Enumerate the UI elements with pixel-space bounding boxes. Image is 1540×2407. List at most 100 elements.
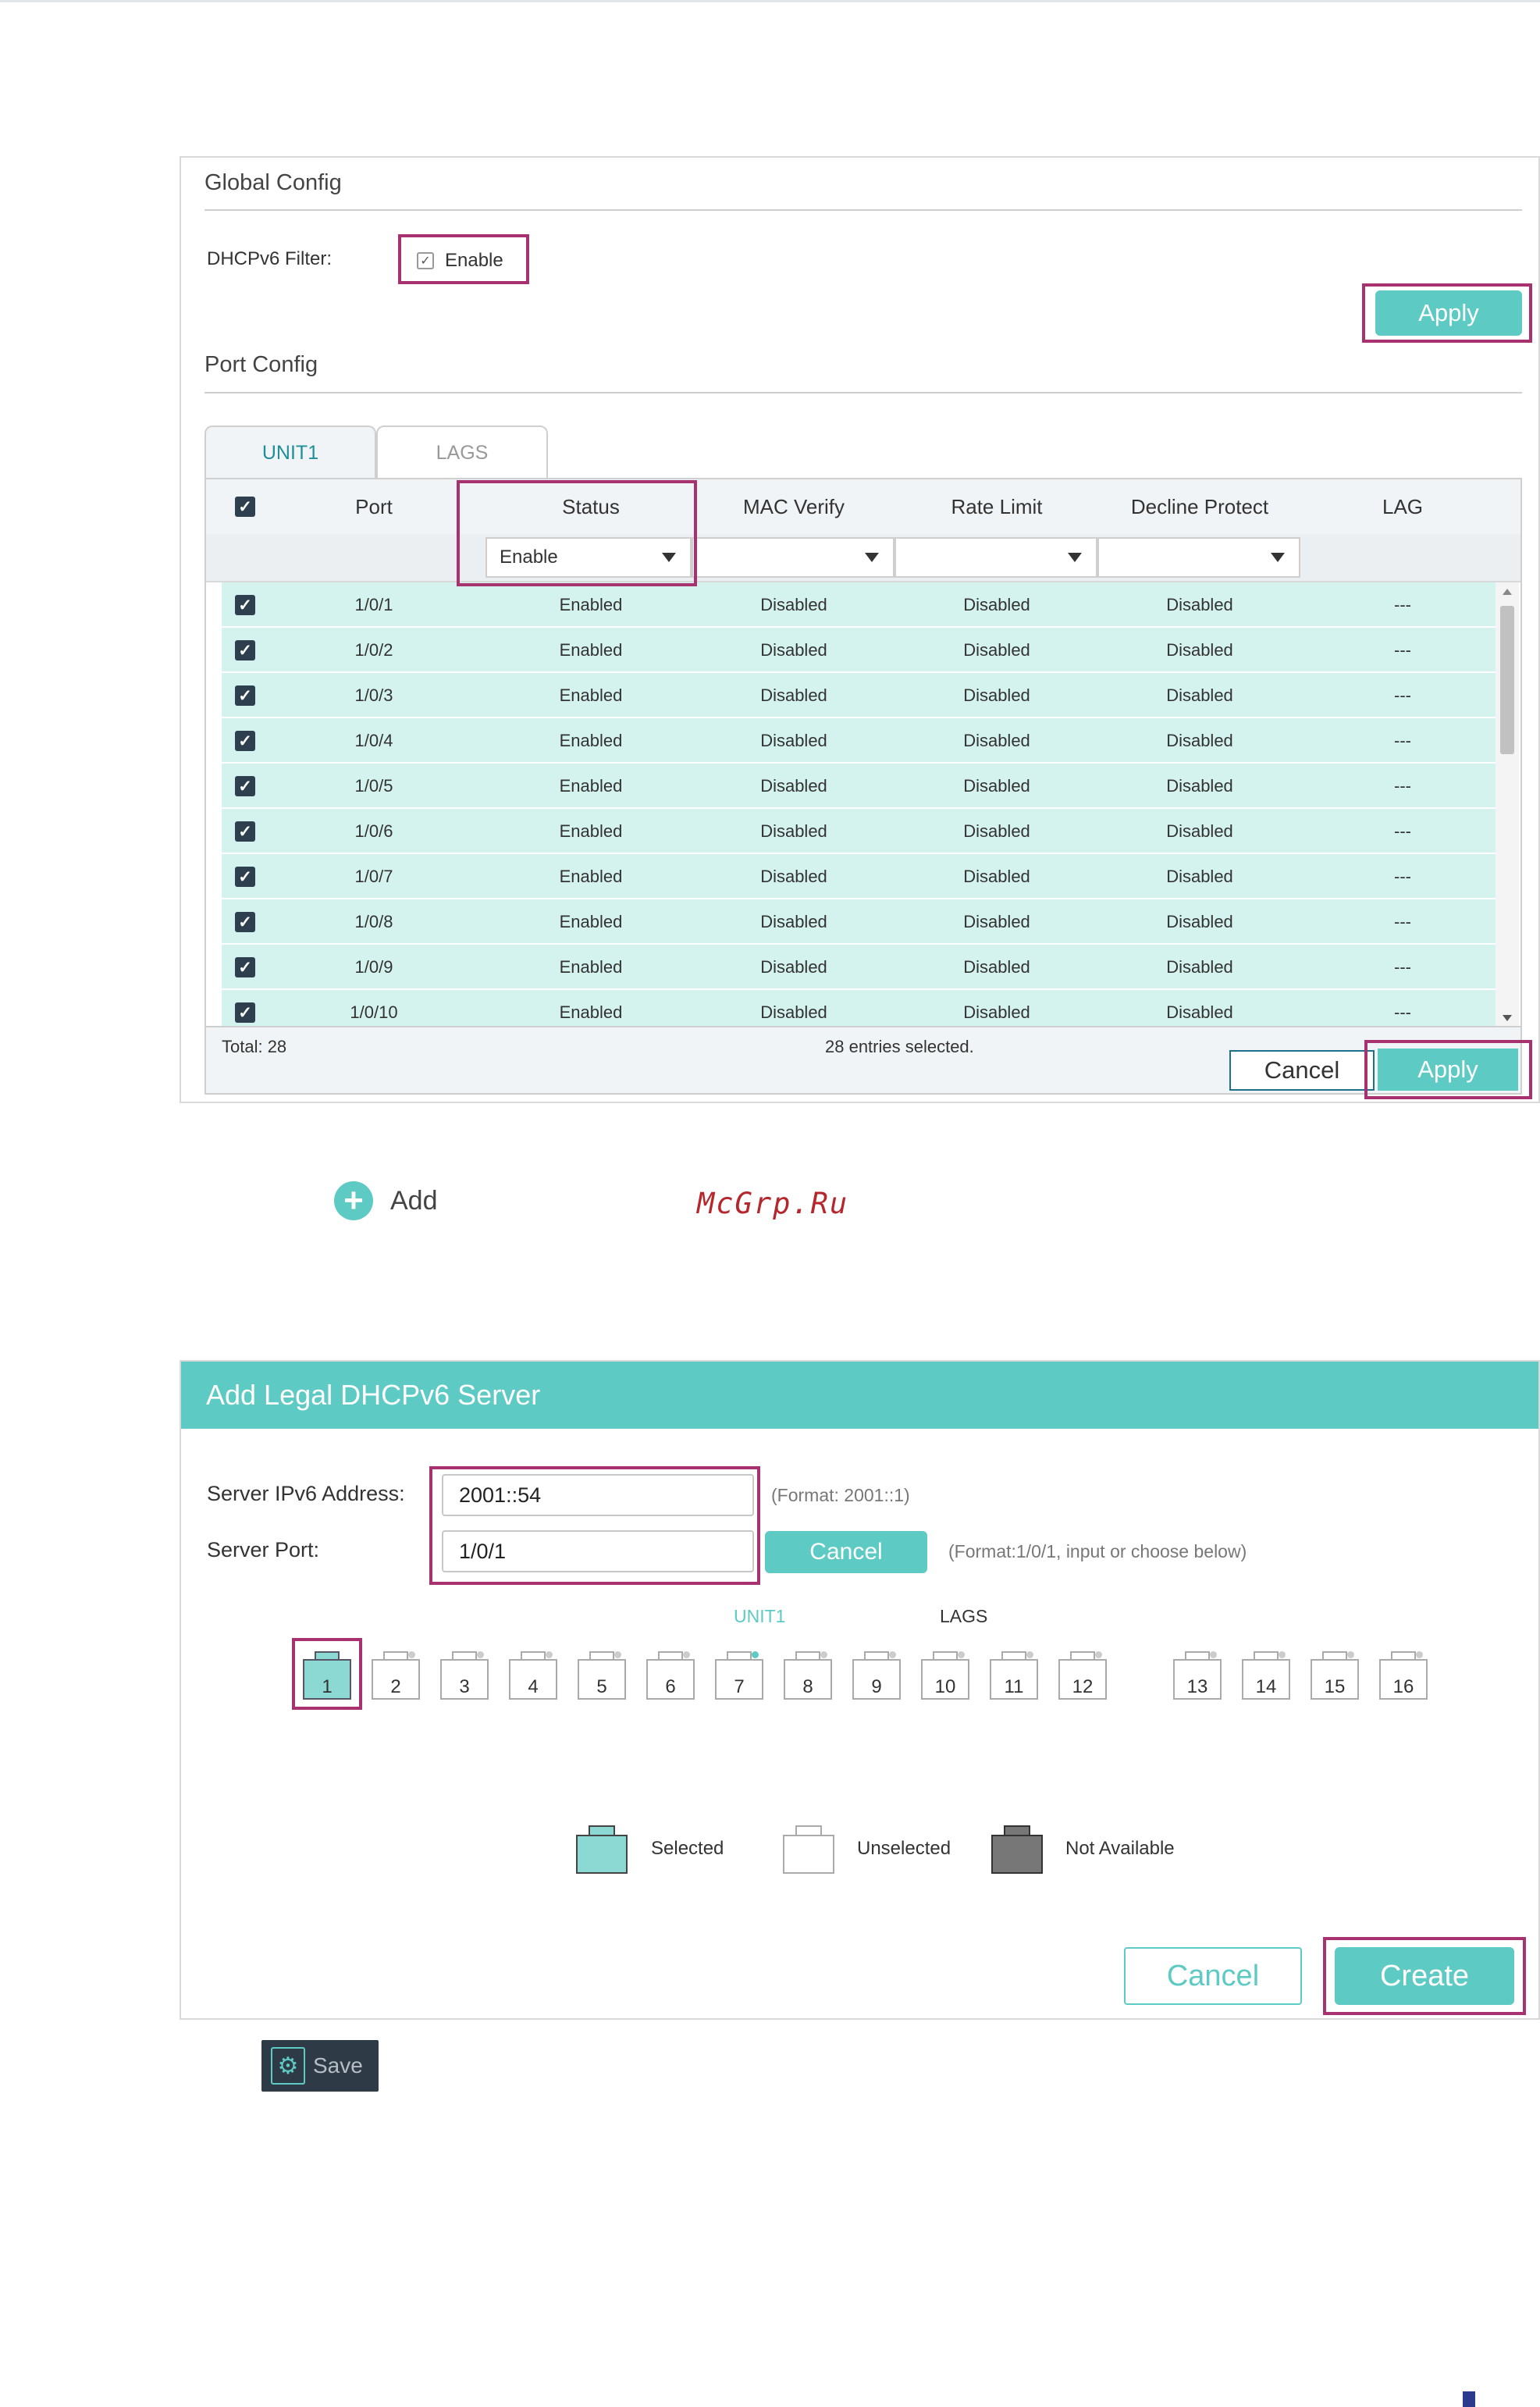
row-checkbox[interactable]: ✓ — [229, 899, 261, 945]
check-icon[interactable]: ✓ — [235, 867, 255, 887]
row-checkbox[interactable]: ✓ — [229, 809, 261, 854]
port-3[interactable]: 3 — [440, 1651, 489, 1700]
port-tabs: UNIT1 LAGS — [205, 425, 1522, 479]
table-row[interactable]: ✓ 1/0/4 Enabled Disabled Disabled Disabled --- — [222, 718, 1510, 764]
port-11[interactable]: 11 — [990, 1651, 1038, 1700]
port-status-dot — [408, 1651, 415, 1658]
plus-circle-icon[interactable]: + — [334, 1181, 373, 1220]
table-row[interactable]: ✓ 1/0/2 Enabled Disabled Disabled Disabled --- — [222, 628, 1510, 673]
port-config-table: ✓ Port Status MAC Verify Rate Limit Decl… — [205, 478, 1522, 1095]
port-number: 9 — [871, 1676, 882, 1697]
cell-lag: --- — [1394, 640, 1411, 660]
enable-checkbox[interactable]: ✓ Enable — [417, 250, 503, 272]
table-row[interactable]: ✓ 1/0/9 Enabled Disabled Disabled Disabled --- — [222, 945, 1510, 990]
table-row[interactable]: ✓ 1/0/10 Enabled Disabled Disabled Disabled --… — [222, 990, 1510, 1026]
rate-limit-select[interactable] — [894, 537, 1097, 578]
port-15[interactable]: 15 — [1311, 1651, 1359, 1700]
check-icon[interactable]: ✓ — [235, 731, 255, 751]
port-12[interactable]: 12 — [1058, 1651, 1107, 1700]
port-status-dot — [820, 1651, 827, 1658]
table-row[interactable]: ✓ 1/0/8 Enabled Disabled Disabled Disabled --- — [222, 899, 1510, 945]
add-label: Add — [390, 1185, 438, 1216]
scroll-thumb[interactable] — [1500, 606, 1514, 754]
port-8[interactable]: 8 — [784, 1651, 832, 1700]
row-checkbox[interactable]: ✓ — [229, 718, 261, 764]
check-icon[interactable]: ✓ — [235, 497, 255, 517]
check-icon[interactable]: ✓ — [235, 776, 255, 796]
port-13[interactable]: 13 — [1173, 1651, 1222, 1700]
row-checkbox[interactable]: ✓ — [229, 764, 261, 809]
port-10[interactable]: 10 — [921, 1651, 969, 1700]
port-number: 13 — [1186, 1676, 1208, 1697]
check-icon[interactable]: ✓ — [235, 640, 255, 661]
cell-rate-limit: Disabled — [963, 957, 1030, 977]
tab-unit1[interactable]: UNIT1 — [205, 425, 376, 479]
table-header: ✓ Port Status MAC Verify Rate Limit Decl… — [206, 479, 1520, 536]
port-2[interactable]: 2 — [372, 1651, 420, 1700]
port-status-dot — [683, 1651, 690, 1658]
table-row[interactable]: ✓ 1/0/5 Enabled Disabled Disabled Disabled --- — [222, 764, 1510, 809]
legend-selected-icon — [576, 1825, 628, 1874]
check-icon[interactable]: ✓ — [235, 912, 255, 932]
row-checkbox[interactable]: ✓ — [229, 990, 261, 1026]
cell-port: 1/0/1 — [354, 595, 393, 614]
col-lag: LAG — [1382, 494, 1424, 518]
create-button[interactable]: Create — [1335, 1947, 1514, 2005]
global-apply-button[interactable]: Apply — [1375, 290, 1522, 336]
mac-verify-select[interactable] — [692, 537, 894, 578]
server-port-input[interactable]: 1/0/1 — [442, 1530, 754, 1572]
table-row[interactable]: ✓ 1/0/1 Enabled Disabled Disabled Disabled --- — [222, 582, 1510, 628]
check-icon[interactable]: ✓ — [235, 957, 255, 977]
port-number: 10 — [934, 1676, 956, 1697]
port-1[interactable]: 1 — [303, 1651, 351, 1700]
port-4[interactable]: 4 — [509, 1651, 557, 1700]
scroll-down-icon[interactable] — [1503, 1015, 1512, 1021]
tab-unit1-ports[interactable]: UNIT1 — [734, 1606, 785, 1627]
port-status-dot — [1026, 1651, 1033, 1658]
tab-lags-ports[interactable]: LAGS — [940, 1606, 987, 1627]
cell-rate-limit: Disabled — [963, 912, 1030, 931]
checkbox-icon[interactable]: ✓ — [417, 252, 434, 269]
row-checkbox[interactable]: ✓ — [229, 945, 261, 990]
dialog-title: Add Legal DHCPv6 Server — [181, 1362, 1538, 1429]
port-5[interactable]: 5 — [578, 1651, 626, 1700]
add-link[interactable]: + Add — [334, 1181, 438, 1220]
check-icon[interactable]: ✓ — [235, 1002, 255, 1023]
row-checkbox[interactable]: ✓ — [229, 628, 261, 673]
table-row[interactable]: ✓ 1/0/3 Enabled Disabled Disabled Disabled --- — [222, 673, 1510, 718]
cell-decline-protect: Disabled — [1166, 776, 1233, 796]
table-row[interactable]: ✓ 1/0/6 Enabled Disabled Disabled Disabled --- — [222, 809, 1510, 854]
tab-lags[interactable]: LAGS — [376, 425, 548, 479]
check-icon[interactable]: ✓ — [235, 821, 255, 842]
cell-rate-limit: Disabled — [963, 776, 1030, 796]
cell-port: 1/0/9 — [354, 957, 393, 977]
port-number: 15 — [1324, 1676, 1346, 1697]
check-icon[interactable]: ✓ — [235, 595, 255, 615]
port-6[interactable]: 6 — [646, 1651, 695, 1700]
select-all-checkbox[interactable]: ✓ — [229, 479, 261, 534]
table-apply-button[interactable]: Apply — [1378, 1049, 1518, 1091]
page-corner-mark — [1463, 2391, 1475, 2407]
table-row[interactable]: ✓ 1/0/7 Enabled Disabled Disabled Disabled --- — [222, 854, 1510, 899]
dialog-cancel-button[interactable]: Cancel — [1124, 1947, 1302, 2005]
decline-protect-select[interactable] — [1097, 537, 1300, 578]
port-9[interactable]: 9 — [852, 1651, 901, 1700]
cell-decline-protect: Disabled — [1166, 685, 1233, 705]
port-status-dot — [1095, 1651, 1102, 1658]
watermark: McGrp.Ru — [697, 1187, 849, 1220]
port-cancel-button[interactable]: Cancel — [765, 1531, 927, 1573]
table-cancel-button[interactable]: Cancel — [1229, 1050, 1375, 1091]
cell-status: Enabled — [559, 912, 623, 931]
row-checkbox[interactable]: ✓ — [229, 582, 261, 628]
save-button[interactable]: ⚙ Save — [261, 2040, 379, 2092]
port-14[interactable]: 14 — [1242, 1651, 1290, 1700]
port-number: 7 — [734, 1676, 745, 1697]
row-checkbox[interactable]: ✓ — [229, 854, 261, 899]
check-icon[interactable]: ✓ — [235, 685, 255, 706]
port-16[interactable]: 16 — [1379, 1651, 1428, 1700]
port-7[interactable]: 7 — [715, 1651, 763, 1700]
scroll-up-icon[interactable] — [1503, 589, 1512, 595]
table-scrollbar[interactable] — [1496, 582, 1519, 1026]
ipv6-address-input[interactable]: 2001::54 — [442, 1474, 754, 1516]
row-checkbox[interactable]: ✓ — [229, 673, 261, 718]
